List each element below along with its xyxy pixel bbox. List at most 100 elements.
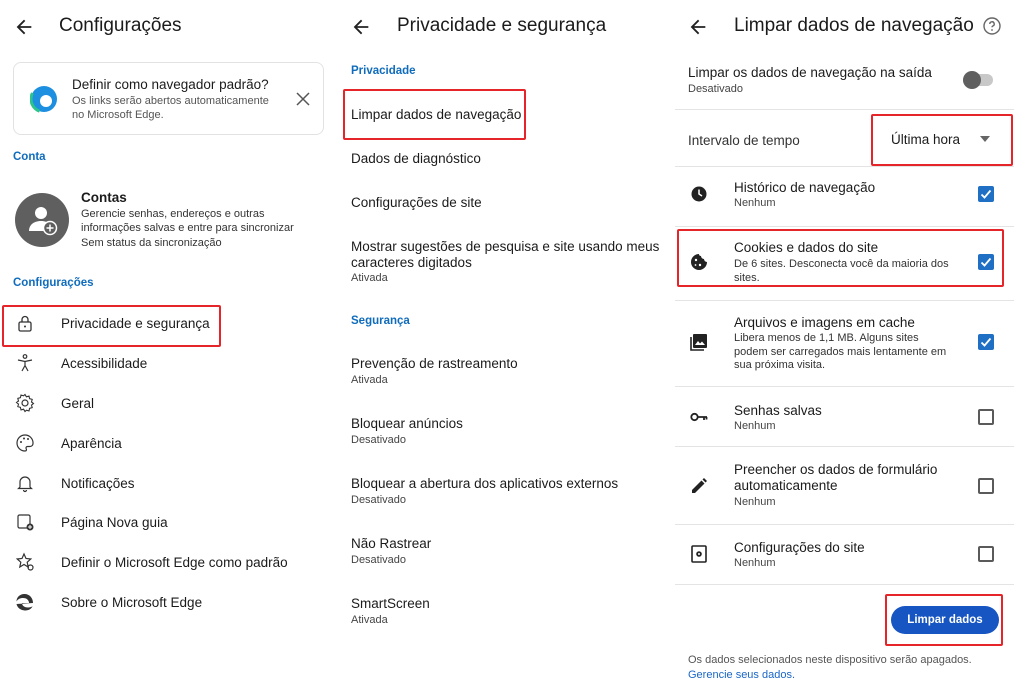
security-item-block-ads[interactable]: Bloquear anúncios Desativado [337,410,675,450]
time-range-label: Intervalo de tempo [688,133,800,148]
settings-panel: Configurações Definir como navegador pad… [0,0,337,697]
site-settings-checkbox[interactable] [978,546,994,562]
autofill-checkbox[interactable] [978,478,994,494]
pencil-icon [692,478,707,493]
privacy-item-site-settings[interactable]: Configurações de site [337,184,675,224]
settings-item-appearance[interactable]: Aparência [0,424,337,464]
divider [675,584,1014,585]
option-label: Configurações do site [734,540,865,555]
option-passwords[interactable]: Senhas salvas Nenhum [675,394,1014,440]
security-item-status: Ativada [351,374,388,386]
settings-item-accessibility[interactable]: Acessibilidade [0,344,337,384]
key-icon [690,412,708,422]
divider [675,226,1014,227]
highlight-box [677,229,1004,287]
back-arrow-icon[interactable] [687,16,709,38]
security-item-label: Não Rastrear [351,536,432,551]
palette-icon [16,434,34,452]
option-history[interactable]: Histórico de navegação Nenhum [675,172,1014,222]
settings-item-default-browser[interactable]: Definir o Microsoft Edge como padrão [0,543,337,583]
option-status: Nenhum [734,420,776,432]
clear-data-header: Limpar dados de navegação [675,0,1024,54]
section-security: Segurança [351,315,410,327]
option-status: Nenhum [734,496,776,508]
option-status: Nenhum [734,197,776,209]
settings-item-about[interactable]: Sobre o Microsoft Edge [0,583,337,623]
account-title: Contas [81,190,127,205]
clear-on-exit-status: Desativado [688,83,744,95]
highlight-box [871,114,1013,166]
clock-icon [691,186,707,202]
help-icon[interactable] [983,17,1001,35]
settings-item-label: Sobre o Microsoft Edge [61,595,203,610]
clear-data-panel: Limpar dados de navegação Limpar os dado… [675,0,1024,697]
default-browser-card[interactable]: Definir como navegador padrão? Os links … [13,62,324,135]
highlight-box [885,594,1003,646]
settings-item-label: Aparência [61,436,122,451]
highlight-box [2,305,221,347]
section-privacy: Privacidade [351,65,416,77]
section-account: Conta [13,151,46,163]
divider [675,166,1014,167]
check-icon [980,189,992,199]
settings-header: Configurações [0,0,337,54]
account-description: Gerencie senhas, endereços e outras info… [81,208,294,234]
settings-item-label: Geral [61,396,95,411]
security-item-tracking[interactable]: Prevenção de rastreamento Ativada [337,350,675,390]
security-item-label: Bloquear anúncios [351,416,463,431]
history-checkbox[interactable] [978,186,994,202]
cache-checkbox[interactable] [978,334,994,350]
option-status: Nenhum [734,557,776,569]
divider [675,524,1014,525]
settings-item-label: Notificações [61,476,135,491]
security-item-do-not-track[interactable]: Não Rastrear Desativado [337,530,675,570]
security-item-status: Desativado [351,494,407,506]
accessibility-icon [17,354,33,372]
security-item-external-apps[interactable]: Bloquear a abertura dos aplicativos exte… [337,470,675,510]
option-label: Senhas salvas [734,403,822,418]
divider [675,446,1014,447]
option-autofill[interactable]: Preencher os dados de formulário automat… [675,454,1014,516]
privacy-item-diagnostics[interactable]: Dados de diagnóstico [337,140,675,180]
close-icon[interactable] [296,92,310,106]
divider [675,386,1014,387]
settings-item-label: Página Nova guia [61,515,168,530]
security-item-status: Desativado [351,554,407,566]
option-status: Libera menos de 1,1 MB. Alguns sites pod… [734,332,947,371]
passwords-checkbox[interactable] [978,409,994,425]
add-person-icon [29,207,58,236]
highlight-box [343,89,526,140]
default-card-body: Os links serão abertos automaticamente n… [72,95,269,121]
back-arrow-icon[interactable] [350,16,372,38]
gear-icon [15,393,35,413]
default-card-title: Definir como navegador padrão? [72,77,269,92]
page-title: Privacidade e segurança [397,15,607,36]
security-item-status: Desativado [351,434,407,446]
clear-on-exit-label: Limpar os dados de navegação na saída [688,65,932,80]
avatar[interactable] [15,193,69,247]
privacy-item-suggestions[interactable]: Mostrar sugestões de pesquisa e site usa… [337,232,675,288]
settings-item-notifications[interactable]: Notificações [0,464,337,504]
back-arrow-icon[interactable] [13,16,35,38]
settings-item-label: Acessibilidade [61,356,148,371]
image-icon [690,334,707,351]
clear-on-exit-row[interactable]: Limpar os dados de navegação na saída De… [675,60,1014,106]
security-item-label: SmartScreen [351,596,430,611]
privacy-header: Privacidade e segurança [337,0,675,54]
security-item-smartscreen[interactable]: SmartScreen Ativada [337,590,675,630]
check-icon [980,337,992,347]
option-cache[interactable]: Arquivos e imagens em cache Libera menos… [675,308,1014,378]
manage-data-link[interactable]: Gerencie seus dados. [688,669,795,681]
toggle-knob [963,71,981,89]
option-site-settings[interactable]: Configurações do site Nenhum [675,532,1014,578]
privacy-item-label: Configurações de site [351,195,482,210]
bell-icon [17,476,33,493]
new-tab-icon [17,514,34,531]
settings-item-new-tab[interactable]: Página Nova guia [0,503,337,543]
divider [675,300,1014,301]
divider [675,109,1014,110]
section-settings: Configurações [13,277,94,289]
site-settings-icon [691,545,707,563]
sync-status: Sem status da sincronização [81,237,222,249]
settings-item-general[interactable]: Geral [0,384,337,424]
